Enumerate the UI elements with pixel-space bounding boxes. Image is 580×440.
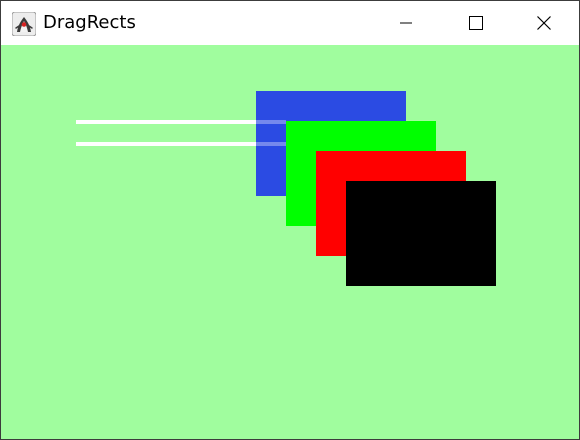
white-line-top-over-blue [256,120,286,124]
java-duke-icon [12,12,36,36]
minimize-icon [400,22,412,24]
maximize-icon [469,16,483,30]
white-line-bottom-over-blue [256,142,286,146]
black-rectangle[interactable] [346,181,496,286]
maximize-button[interactable] [441,1,511,45]
white-line-top [76,120,286,124]
white-line-bottom [76,142,286,146]
close-icon [537,16,551,30]
close-button[interactable] [509,1,579,45]
app-window: DragRects [0,0,580,440]
window-title: DragRects [43,12,136,33]
minimize-button[interactable] [371,1,441,45]
drawing-canvas[interactable] [1,45,579,439]
title-bar[interactable]: DragRects [1,1,579,45]
